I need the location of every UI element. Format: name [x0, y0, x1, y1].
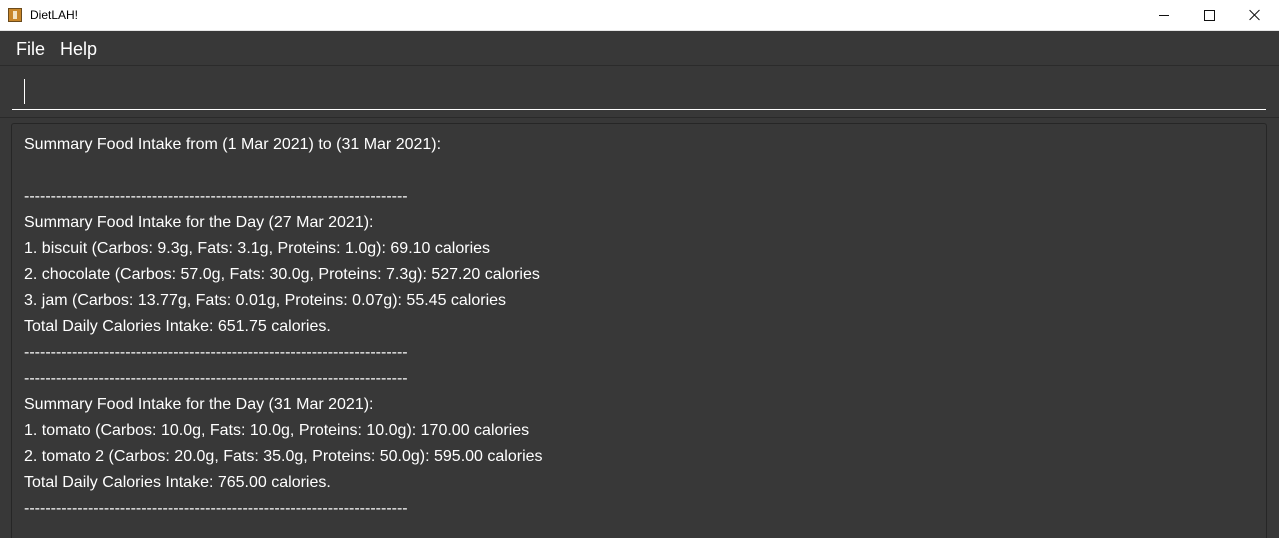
command-input[interactable]	[12, 72, 1266, 110]
result-line: 2. tomato 2 (Carbos: 20.0g, Fats: 35.0g,…	[24, 448, 543, 465]
result-line	[24, 158, 543, 184]
result-line: Total Daily Calories Intake: 651.75 calo…	[24, 318, 331, 335]
command-box	[0, 66, 1279, 118]
result-display[interactable]: Summary Food Intake from (1 Mar 2021) to…	[11, 123, 1267, 538]
close-button[interactable]	[1232, 0, 1278, 30]
close-icon	[1249, 9, 1261, 21]
result-line: Summary Food Intake for the Day (27 Mar …	[24, 214, 374, 231]
maximize-button[interactable]	[1186, 0, 1232, 30]
separator-line: ----------------------------------------…	[24, 344, 408, 361]
result-line: 2. chocolate (Carbos: 57.0g, Fats: 30.0g…	[24, 266, 540, 283]
result-text: Summary Food Intake from (1 Mar 2021) to…	[24, 132, 543, 522]
separator-line: ----------------------------------------…	[24, 188, 408, 205]
result-line: Summary Food Intake for the Day (31 Mar …	[24, 396, 374, 413]
menu-bar: File Help	[0, 31, 1279, 66]
menu-file[interactable]: File	[16, 39, 45, 59]
maximize-icon	[1203, 9, 1215, 21]
minimize-button[interactable]	[1141, 0, 1187, 30]
minimize-icon	[1159, 14, 1169, 16]
menu-help[interactable]: Help	[60, 39, 97, 59]
title-bar[interactable]: DietLAH!	[0, 0, 1279, 31]
app-window: DietLAH! File Help Summary Food Intake f…	[0, 0, 1279, 538]
text-caret	[24, 79, 25, 104]
result-line: Total Daily Calories Intake: 765.00 calo…	[24, 474, 331, 491]
result-line: 1. tomato (Carbos: 10.0g, Fats: 10.0g, P…	[24, 422, 530, 439]
app-icon	[8, 8, 22, 22]
window-title: DietLAH!	[30, 8, 79, 22]
result-line: 3. jam (Carbos: 13.77g, Fats: 0.01g, Pro…	[24, 292, 507, 309]
result-line: Summary Food Intake from (1 Mar 2021) to…	[24, 136, 442, 153]
result-line: 1. biscuit (Carbos: 9.3g, Fats: 3.1g, Pr…	[24, 240, 491, 257]
separator-line: ----------------------------------------…	[24, 500, 408, 517]
separator-line: ----------------------------------------…	[24, 370, 408, 387]
